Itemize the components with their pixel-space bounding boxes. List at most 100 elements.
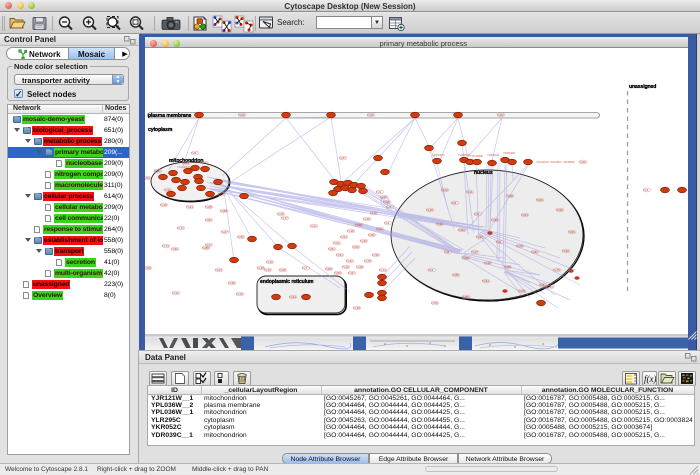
svg-text:Yx88: Yx88 bbox=[220, 209, 227, 213]
svg-text:Yx68: Yx68 bbox=[205, 205, 212, 209]
svg-text:Yx60: Yx60 bbox=[579, 160, 586, 164]
svg-text:Yx48: Yx48 bbox=[257, 266, 264, 270]
svg-text:Yx80: Yx80 bbox=[368, 233, 375, 237]
svg-text:Yx71: Yx71 bbox=[177, 226, 184, 230]
svg-text:Yx63: Yx63 bbox=[383, 200, 390, 204]
svg-text:Yx16: Yx16 bbox=[266, 260, 273, 264]
svg-text:Yx72: Yx72 bbox=[370, 211, 377, 215]
svg-text:Yx59: Yx59 bbox=[516, 244, 523, 248]
svg-text:Yx55: Yx55 bbox=[237, 235, 244, 239]
svg-text:Yx16: Yx16 bbox=[426, 208, 433, 212]
svg-text:Yx39: Yx39 bbox=[372, 253, 379, 257]
svg-text:f(x): f(x) bbox=[644, 374, 656, 384]
svg-text:Yx88: Yx88 bbox=[462, 295, 469, 299]
svg-text:Yx0: Yx0 bbox=[474, 212, 480, 216]
svg-text:endoplasmic reticulum: endoplasmic reticulum bbox=[260, 279, 314, 285]
svg-text:unassigned: unassigned bbox=[629, 84, 656, 90]
svg-text:Yx67: Yx67 bbox=[339, 156, 346, 160]
svg-text:Yx29: Yx29 bbox=[238, 113, 245, 117]
svg-text:Yx85: Yx85 bbox=[504, 265, 511, 269]
svg-text:Yx53: Yx53 bbox=[568, 230, 575, 234]
svg-text:YBR291C: YBR291C bbox=[196, 160, 208, 164]
svg-text:Yx58: Yx58 bbox=[334, 271, 341, 275]
svg-text:Yx57: Yx57 bbox=[218, 192, 225, 196]
svg-text:Yx21: Yx21 bbox=[310, 224, 317, 228]
svg-text:Yx4: Yx4 bbox=[496, 240, 502, 244]
svg-text:YOL156W: YOL156W bbox=[470, 154, 483, 158]
svg-text:Yx4: Yx4 bbox=[376, 190, 382, 194]
svg-text:Yx42: Yx42 bbox=[367, 113, 374, 117]
svg-text:Yx24: Yx24 bbox=[186, 205, 193, 209]
svg-text:Yx28: Yx28 bbox=[356, 265, 363, 269]
svg-text:YKL120W: YKL120W bbox=[177, 165, 190, 169]
svg-text:Yx81: Yx81 bbox=[531, 250, 538, 254]
svg-text:Yx73: Yx73 bbox=[162, 244, 169, 248]
svg-text:Yx19: Yx19 bbox=[342, 265, 349, 269]
svg-text:Yx64: Yx64 bbox=[536, 198, 543, 202]
svg-text:Yx12: Yx12 bbox=[441, 188, 448, 192]
svg-text:Yx69: Yx69 bbox=[352, 245, 359, 249]
svg-text:nucleus: nucleus bbox=[474, 170, 493, 176]
svg-text:Yx29: Yx29 bbox=[363, 217, 370, 221]
svg-text:Yx75: Yx75 bbox=[553, 268, 560, 272]
svg-text:Yx48: Yx48 bbox=[353, 306, 360, 310]
svg-text:Yx26: Yx26 bbox=[279, 268, 286, 272]
svg-text:Yx81: Yx81 bbox=[205, 218, 212, 222]
svg-text:Yx34: Yx34 bbox=[289, 295, 296, 299]
svg-text:Yx16: Yx16 bbox=[236, 292, 243, 296]
svg-text:Yx54: Yx54 bbox=[336, 253, 343, 257]
svg-text:Yx41: Yx41 bbox=[376, 227, 383, 231]
svg-text:Yx67: Yx67 bbox=[348, 271, 355, 275]
svg-text:Yx28: Yx28 bbox=[506, 194, 513, 198]
svg-text:Yx37: Yx37 bbox=[476, 235, 483, 239]
svg-text:Yx41: Yx41 bbox=[346, 259, 353, 263]
svg-text:Yx2: Yx2 bbox=[643, 188, 649, 192]
svg-text:YDR343C: YDR343C bbox=[487, 153, 500, 157]
svg-text:Yx2: Yx2 bbox=[384, 221, 390, 225]
svg-text:Yx11: Yx11 bbox=[466, 190, 473, 194]
svg-text:cytoplasm: cytoplasm bbox=[148, 127, 173, 133]
svg-text:Yx5: Yx5 bbox=[191, 151, 197, 155]
svg-text:Yx50: Yx50 bbox=[171, 247, 178, 251]
svg-text:Yx0: Yx0 bbox=[386, 205, 392, 209]
svg-text:Yx1: Yx1 bbox=[428, 268, 434, 272]
svg-text:Yx58: Yx58 bbox=[145, 266, 151, 270]
svg-text:YFL011W-YDL245C-YJR158W: YFL011W-YDL245C-YJR158W bbox=[536, 160, 575, 164]
svg-text:Yx23: Yx23 bbox=[215, 268, 222, 272]
svg-text:Yx85: Yx85 bbox=[452, 273, 459, 277]
svg-text:Yx64: Yx64 bbox=[340, 235, 347, 239]
svg-text:Yx80: Yx80 bbox=[325, 267, 332, 271]
svg-text:Yx38: Yx38 bbox=[228, 281, 235, 285]
svg-text:Yx81: Yx81 bbox=[328, 247, 335, 251]
svg-text:Yx36: Yx36 bbox=[556, 208, 563, 212]
svg-text:YHR094C: YHR094C bbox=[458, 153, 471, 157]
svg-text:Yx17: Yx17 bbox=[471, 250, 478, 254]
svg-text:Yx27: Yx27 bbox=[221, 230, 228, 234]
svg-text:Yx63: Yx63 bbox=[521, 213, 528, 217]
svg-text:Yx29: Yx29 bbox=[518, 289, 525, 293]
svg-text:Yx37: Yx37 bbox=[380, 195, 387, 199]
svg-text:Yx34: Yx34 bbox=[482, 279, 489, 283]
svg-text:Yx50: Yx50 bbox=[145, 176, 150, 180]
svg-text:Yx31: Yx31 bbox=[154, 169, 161, 173]
svg-text:Yx30: Yx30 bbox=[484, 261, 491, 265]
svg-text:Yx88: Yx88 bbox=[202, 246, 209, 250]
svg-text:Yx49: Yx49 bbox=[462, 256, 469, 260]
svg-text:Yx11: Yx11 bbox=[436, 222, 443, 226]
svg-text:Yx55: Yx55 bbox=[431, 301, 438, 305]
svg-text:Yx18: Yx18 bbox=[160, 203, 167, 207]
svg-text:Yx7: Yx7 bbox=[302, 266, 308, 270]
svg-text:YDR342C: YDR342C bbox=[432, 153, 445, 157]
svg-text:Yx82: Yx82 bbox=[458, 228, 465, 232]
svg-text:Yx43: Yx43 bbox=[546, 285, 553, 289]
svg-text:plasma membrane: plasma membrane bbox=[148, 113, 191, 119]
svg-text:Yx68: Yx68 bbox=[355, 223, 362, 227]
svg-text:Yx77: Yx77 bbox=[281, 216, 288, 220]
svg-text:Yx14: Yx14 bbox=[379, 268, 386, 272]
svg-text:Yx36: Yx36 bbox=[491, 218, 498, 222]
svg-text:Yx6: Yx6 bbox=[451, 201, 457, 205]
svg-text:Yx21: Yx21 bbox=[333, 241, 340, 245]
svg-text:Yx78: Yx78 bbox=[364, 259, 371, 263]
svg-text:Yx12: Yx12 bbox=[172, 291, 179, 295]
svg-text:Yx18: Yx18 bbox=[347, 229, 354, 233]
